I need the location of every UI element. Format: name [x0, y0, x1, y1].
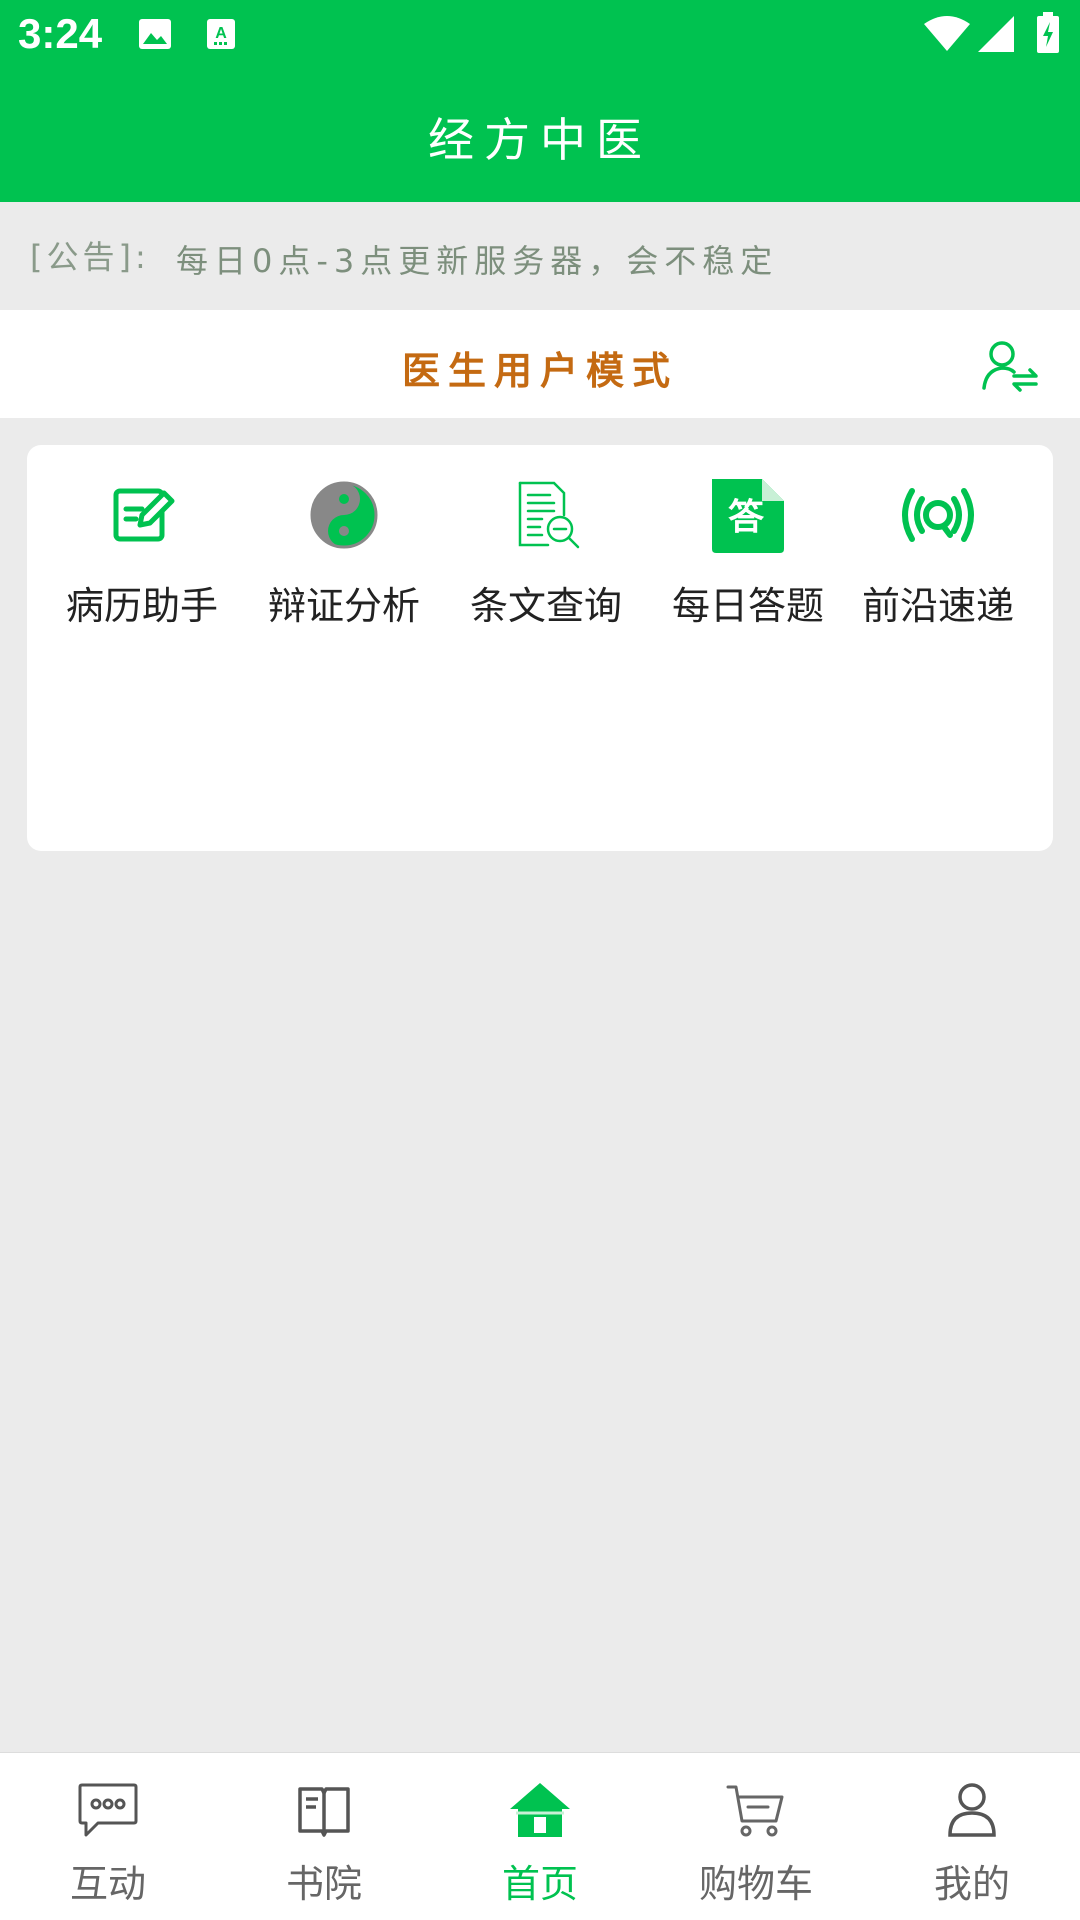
feature-label: 条文查询 [469, 584, 622, 628]
nav-label: 互动 [69, 1862, 146, 1906]
nav-item-cart[interactable]: 购物车 [648, 1753, 864, 1920]
nav-item-interaction[interactable]: 互动 [0, 1753, 216, 1920]
mode-bar: 医生用户模式 [0, 310, 1080, 418]
answer-doc-icon: 答 [708, 475, 788, 555]
wifi-icon [924, 16, 970, 56]
battery-icon [1036, 12, 1060, 58]
nav-item-academy[interactable]: 书院 [216, 1753, 432, 1920]
nav-label: 购物车 [698, 1862, 813, 1906]
text-icon: A [206, 18, 236, 54]
chat-bubble-icon [76, 1781, 140, 1839]
feature-frontier-news[interactable]: 前沿速递 [843, 475, 1033, 635]
nav-item-mine[interactable]: 我的 [864, 1753, 1080, 1920]
home-icon [508, 1781, 572, 1839]
feature-medical-record[interactable]: 病历助手 [47, 475, 237, 635]
feature-label: 辩证分析 [267, 584, 420, 628]
broadcast-icon [898, 475, 978, 555]
feature-label: 病历助手 [65, 584, 218, 628]
image-icon [138, 18, 172, 54]
app-title: 经方中医 [428, 113, 652, 167]
feature-label: 前沿速递 [861, 584, 1014, 628]
feature-daily-quiz[interactable]: 答 每日答题 [653, 475, 843, 635]
nav-item-home[interactable]: 首页 [432, 1753, 648, 1920]
book-icon [292, 1781, 356, 1839]
feature-card: 病历助手 辩证分析 条文查询 答 每日答题 前沿速递 [27, 445, 1053, 851]
feature-label: 每日答题 [671, 584, 824, 628]
notice-prefix: [公告]: [30, 238, 150, 276]
bottom-nav: 互动 书院 首页 购物车 我的 [0, 1752, 1080, 1920]
status-time: 3:24 [18, 10, 103, 57]
feature-clause-query[interactable]: 条文查询 [451, 475, 641, 635]
person-icon [940, 1781, 1004, 1839]
feature-syndrome-analysis[interactable]: 辩证分析 [249, 475, 439, 635]
cart-icon [724, 1781, 788, 1839]
edit-note-icon [102, 475, 182, 555]
nav-label: 书院 [285, 1862, 362, 1906]
nav-label: 我的 [933, 1862, 1010, 1906]
mode-title: 医生用户模式 [401, 349, 678, 393]
nav-label: 首页 [501, 1862, 578, 1906]
notice-text: 每日0点-3点更新服务器，会不稳定 [176, 242, 779, 280]
signal-icon [978, 16, 1014, 56]
yin-yang-icon [304, 475, 384, 555]
answer-doc-text: 答 [728, 497, 765, 538]
app-screen: 3:24 A 经方中医 [公告]: 每日0点-3点更新服务器，会不稳定 医生用户… [0, 0, 1080, 1920]
document-search-icon [506, 475, 586, 555]
notice-bar: [公告]: 每日0点-3点更新服务器，会不稳定 [0, 202, 1080, 310]
svg-text:A: A [215, 25, 227, 42]
user-switch-icon[interactable] [982, 338, 1040, 392]
status-bar: 3:24 A [0, 0, 1080, 74]
app-bar: 经方中医 [0, 74, 1080, 202]
